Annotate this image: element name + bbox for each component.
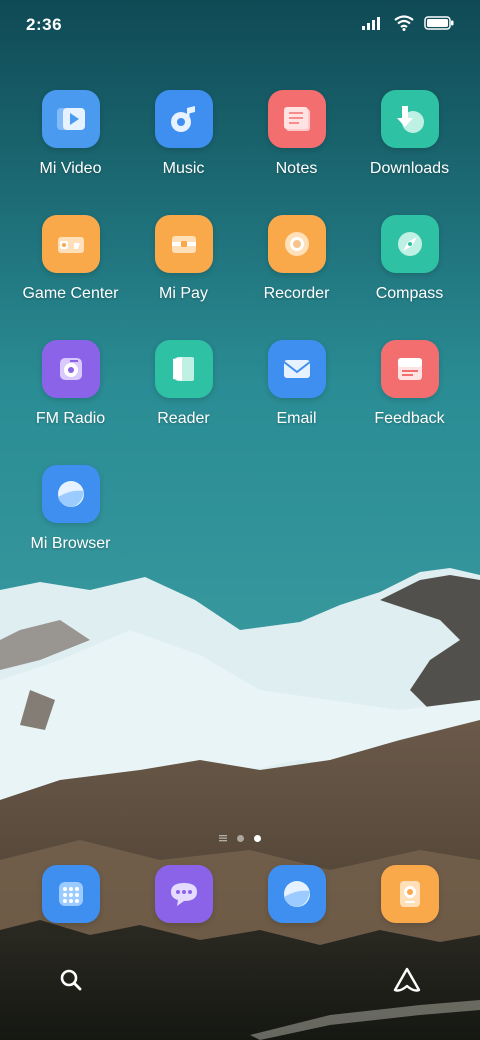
compass-icon: [380, 215, 439, 273]
app-label: Compass: [375, 285, 444, 302]
app-label: Game Center: [22, 285, 119, 302]
app-label: Email: [276, 410, 317, 427]
app-label: Mi Browser: [30, 535, 111, 552]
app-row: Mi Video Music Notes Downloads: [14, 90, 466, 215]
app-downloads[interactable]: Downloads: [353, 90, 466, 215]
app-reader[interactable]: Reader: [127, 340, 240, 465]
page-dot-active: [254, 834, 261, 842]
app-label: Feedback: [374, 410, 445, 427]
app-fm-radio[interactable]: FM Radio: [14, 340, 127, 465]
status-icons: [362, 14, 454, 36]
app-label: Mi Video: [39, 160, 102, 177]
page-dot: [237, 834, 244, 842]
app-mi-browser[interactable]: Mi Browser: [14, 465, 127, 590]
app-label: Recorder: [263, 285, 330, 302]
messaging-icon: [154, 865, 213, 923]
dock-phone[interactable]: [14, 865, 127, 923]
app-email[interactable]: Email: [240, 340, 353, 465]
page-list-icon: [219, 829, 227, 847]
app-label: Notes: [275, 160, 318, 177]
search-bar[interactable]: [40, 953, 440, 1011]
downloads-icon: [380, 90, 439, 148]
page-indicator[interactable]: [0, 829, 480, 847]
app-recorder[interactable]: Recorder: [240, 215, 353, 340]
camera-icon: [380, 865, 439, 923]
email-icon: [267, 340, 326, 398]
signal-icon: [362, 16, 384, 35]
mi-video-icon: [41, 90, 100, 148]
game-center-icon: [41, 215, 100, 273]
app-mi-pay[interactable]: Mi Pay: [127, 215, 240, 340]
search-icon[interactable]: [58, 967, 84, 998]
app-row: FM Radio Reader Email Feedback: [14, 340, 466, 465]
app-row: Mi Browser: [14, 465, 466, 590]
assistant-icon[interactable]: [392, 966, 422, 999]
dock-browser[interactable]: [240, 865, 353, 923]
app-label: Mi Pay: [159, 285, 208, 302]
battery-icon: [424, 15, 454, 35]
dock: [14, 865, 466, 923]
feedback-icon: [380, 340, 439, 398]
notes-icon: [267, 90, 326, 148]
status-bar: 2:36: [0, 0, 480, 50]
status-time: 2:36: [26, 15, 63, 34]
app-label: Music: [162, 160, 205, 177]
app-game-center[interactable]: Game Center: [14, 215, 127, 340]
app-compass[interactable]: Compass: [353, 215, 466, 340]
app-label: Downloads: [369, 160, 450, 177]
app-row: Game Center Mi Pay Recorder Compass: [14, 215, 466, 340]
mi-pay-icon: [154, 215, 213, 273]
dock-camera[interactable]: [353, 865, 466, 923]
app-mi-video[interactable]: Mi Video: [14, 90, 127, 215]
reader-icon: [154, 340, 213, 398]
music-icon: [154, 90, 213, 148]
app-notes[interactable]: Notes: [240, 90, 353, 215]
wifi-icon: [394, 14, 414, 36]
fm-radio-icon: [41, 340, 100, 398]
app-feedback[interactable]: Feedback: [353, 340, 466, 465]
dock-messaging[interactable]: [127, 865, 240, 923]
mi-browser-icon: [41, 465, 100, 523]
phone-dialer-icon: [41, 865, 100, 923]
app-label: FM Radio: [35, 410, 106, 427]
app-music[interactable]: Music: [127, 90, 240, 215]
recorder-icon: [267, 215, 326, 273]
app-label: Reader: [157, 410, 210, 427]
app-grid: Mi Video Music Notes Downloads Game Cent…: [14, 90, 466, 590]
browser-icon: [267, 865, 326, 923]
